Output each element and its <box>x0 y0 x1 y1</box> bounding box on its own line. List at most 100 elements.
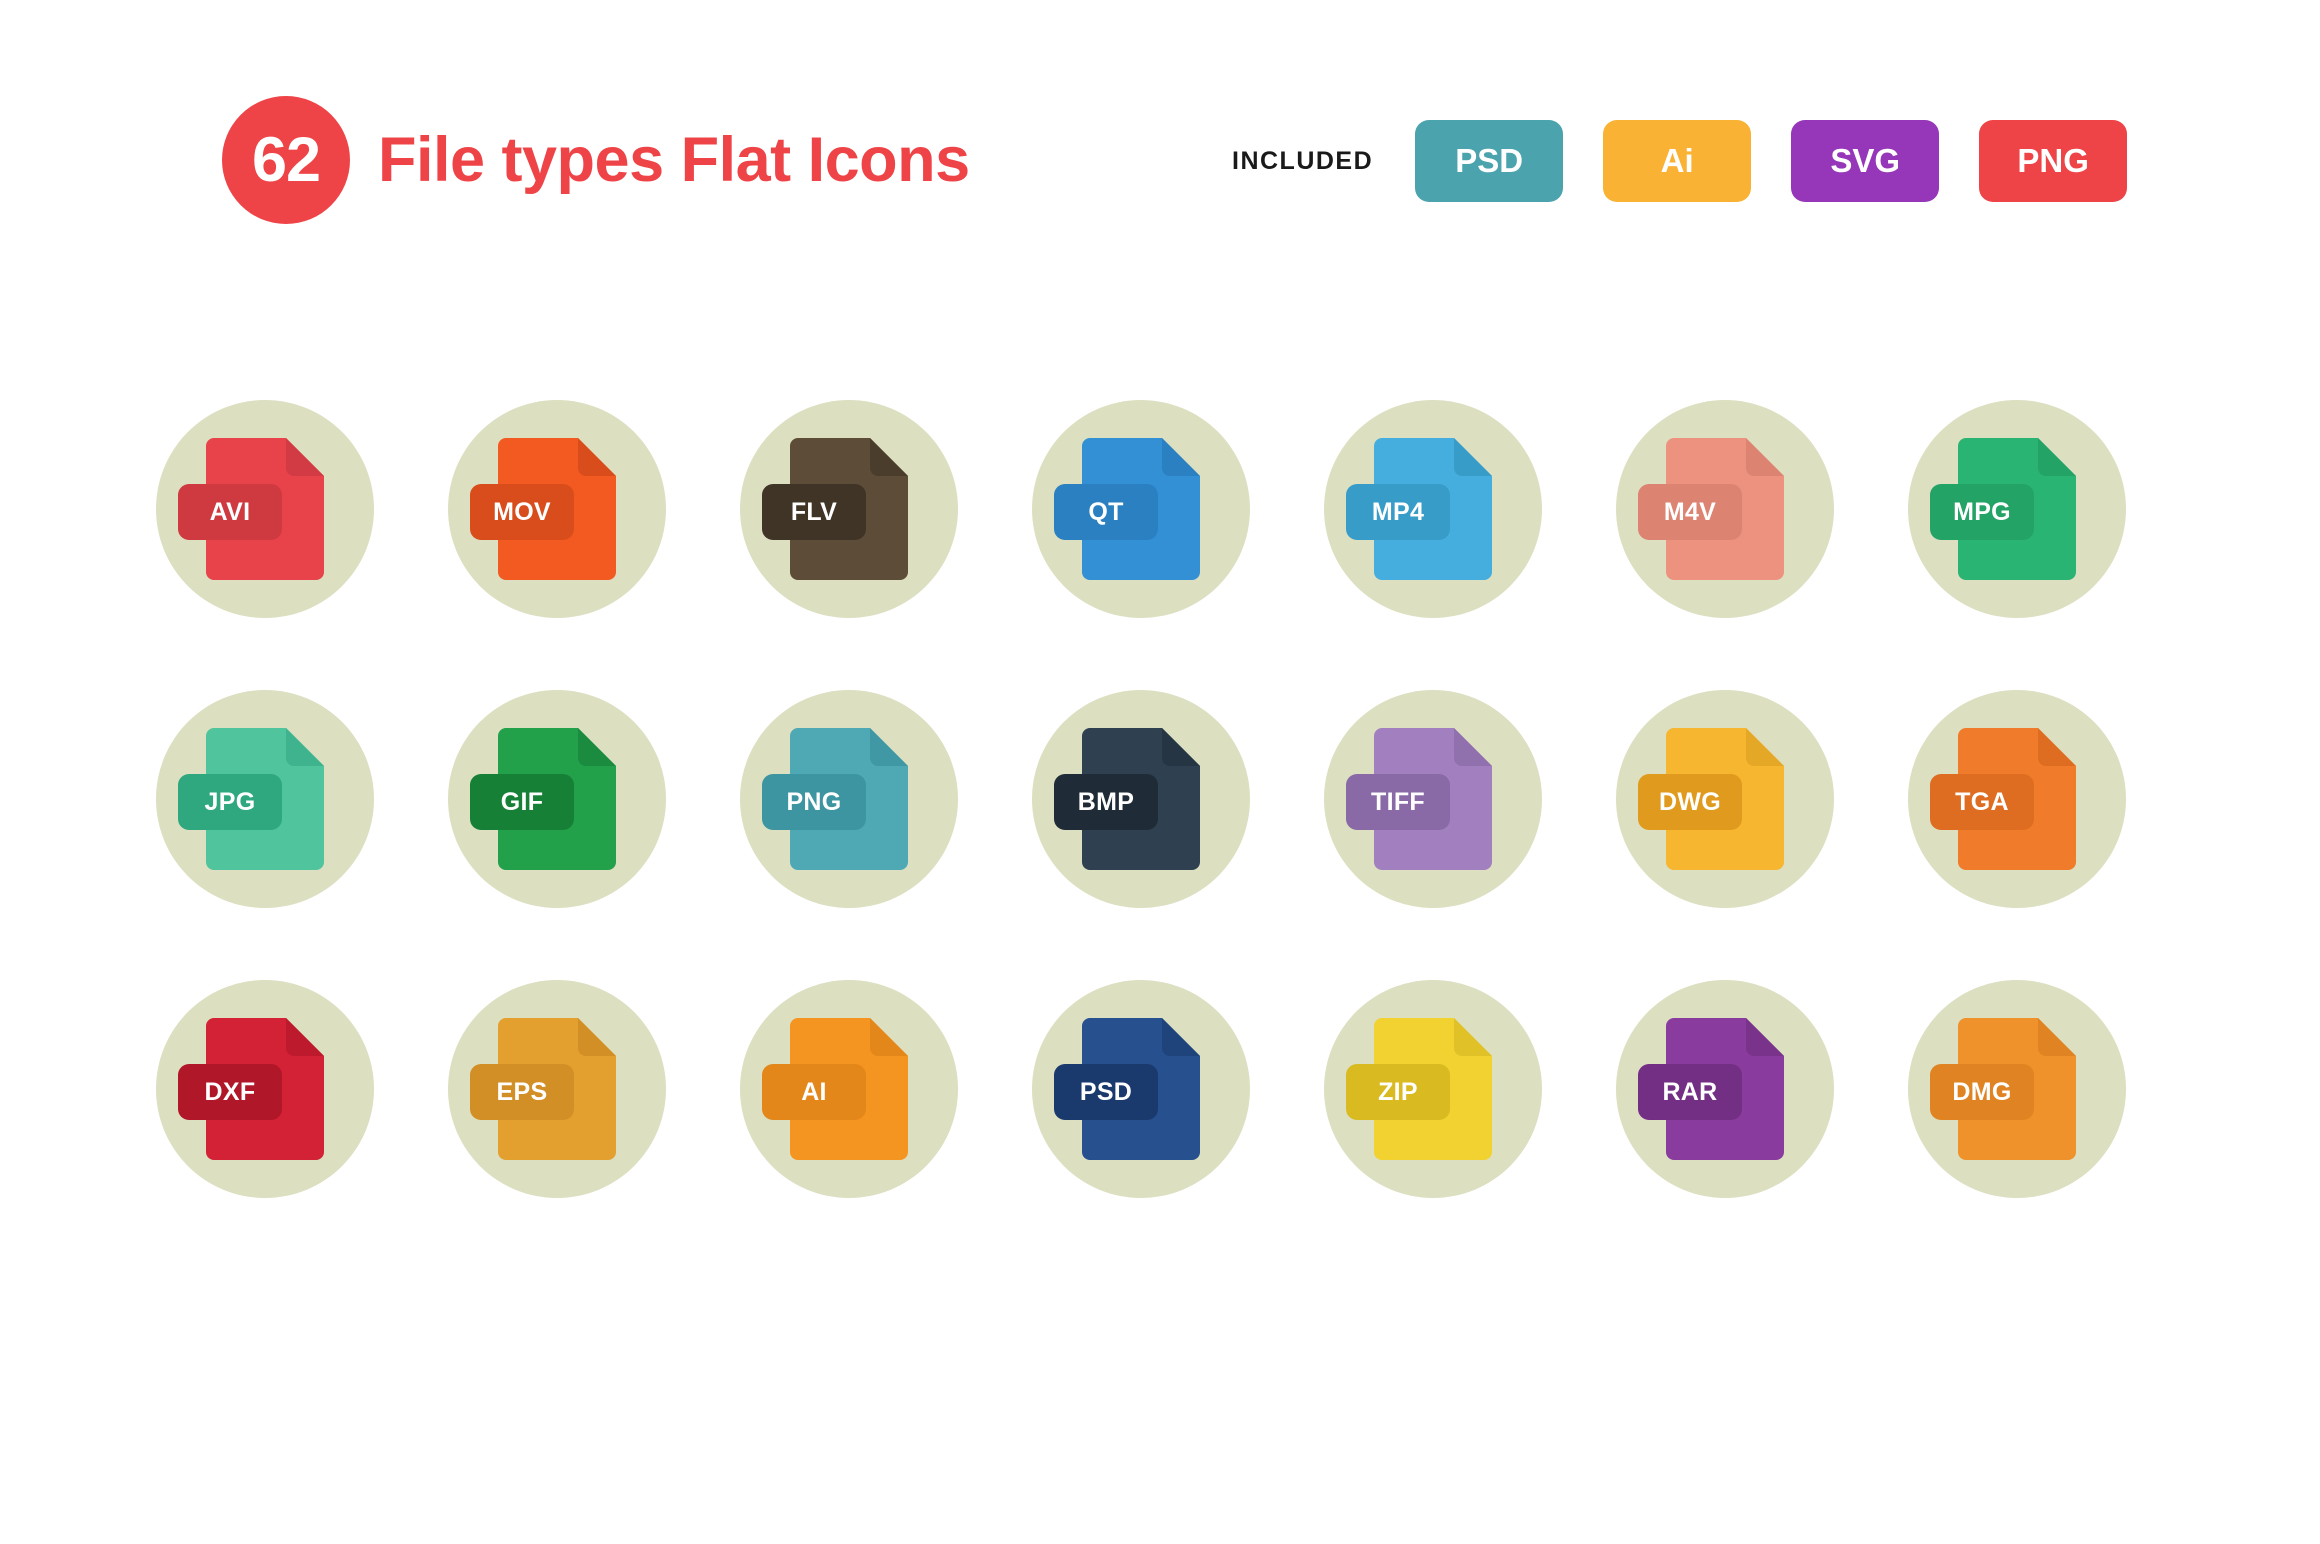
file-icon-dmg[interactable]: DMG <box>1902 980 2194 1270</box>
file-extension-tab: MPG <box>1930 484 2034 540</box>
file-extension-label: PSD <box>1079 1077 1133 1106</box>
file-extension-tab: MOV <box>470 484 574 540</box>
file-extension-tab: RAR <box>1638 1064 1742 1120</box>
file-extension-tab: DMG <box>1930 1064 2034 1120</box>
file-icon-tga[interactable]: TGA <box>1902 690 2194 980</box>
document-shape: EPS <box>470 1018 616 1160</box>
format-badge-label: PSD <box>1455 142 1524 179</box>
document-shape: TGA <box>1930 728 2076 870</box>
file-icon-qt[interactable]: QT <box>1026 400 1318 690</box>
page-title: File types Flat Icons <box>378 125 970 195</box>
format-badge-psd[interactable]: PSD <box>1415 120 1564 202</box>
file-icon-dxf[interactable]: DXF <box>150 980 442 1270</box>
file-extension-label: DWG <box>1659 787 1721 816</box>
document-shape: MP4 <box>1346 438 1492 580</box>
file-icon-m4v[interactable]: M4V <box>1610 400 1902 690</box>
file-extension-label: MPG <box>1953 497 2011 526</box>
file-extension-tab: GIF <box>470 774 574 830</box>
document-shape: DWG <box>1638 728 1784 870</box>
file-extension-tab: JPG <box>178 774 282 830</box>
document-shape: AI <box>762 1018 908 1160</box>
document-shape: JPG <box>178 728 324 870</box>
file-icon-flv[interactable]: FLV <box>734 400 1026 690</box>
file-icon-jpg[interactable]: JPG <box>150 690 442 980</box>
document-shape: MOV <box>470 438 616 580</box>
file-extension-label: TIFF <box>1371 787 1425 816</box>
document-shape: AVI <box>178 438 324 580</box>
file-extension-label: ZIP <box>1378 1077 1418 1106</box>
file-icon-dwg[interactable]: DWG <box>1610 690 1902 980</box>
document-shape: BMP <box>1054 728 1200 870</box>
file-extension-tab: M4V <box>1638 484 1742 540</box>
file-extension-tab: PSD <box>1054 1064 1158 1120</box>
document-shape: QT <box>1054 438 1200 580</box>
file-extension-tab: DWG <box>1638 774 1742 830</box>
file-icon-tiff[interactable]: TIFF <box>1318 690 1610 980</box>
format-badge-label: PNG <box>2017 142 2089 179</box>
file-extension-label: QT <box>1088 497 1124 526</box>
format-badge-label: Ai <box>1660 142 1694 179</box>
file-icon-gif[interactable]: GIF <box>442 690 734 980</box>
file-extension-tab: ZIP <box>1346 1064 1450 1120</box>
format-badge-svg[interactable]: SVG <box>1791 120 1940 202</box>
title-block: 62 File types Flat Icons <box>222 96 970 224</box>
included-formats: INCLUDED PSD Ai SVG PNG <box>1232 120 2128 202</box>
document-shape: MPG <box>1930 438 2076 580</box>
document-shape: ZIP <box>1346 1018 1492 1160</box>
document-shape: M4V <box>1638 438 1784 580</box>
document-shape: PNG <box>762 728 908 870</box>
file-extension-tab: PNG <box>762 774 866 830</box>
file-icon-rar[interactable]: RAR <box>1610 980 1902 1270</box>
file-extension-tab: DXF <box>178 1064 282 1120</box>
header: 62 File types Flat Icons INCLUDED PSD Ai… <box>0 0 2320 250</box>
icon-count-badge: 62 <box>222 96 350 224</box>
file-extension-label: RAR <box>1662 1077 1718 1106</box>
file-extension-label: MOV <box>493 497 551 526</box>
file-extension-label: M4V <box>1663 497 1717 526</box>
file-extension-label: GIF <box>500 787 544 816</box>
file-extension-label: DMG <box>1952 1077 2012 1106</box>
format-badge-ai[interactable]: Ai <box>1603 120 1752 202</box>
file-extension-tab: BMP <box>1054 774 1158 830</box>
file-extension-label: TGA <box>1955 787 2009 816</box>
document-shape: DMG <box>1930 1018 2076 1160</box>
file-extension-label: MP4 <box>1371 497 1425 526</box>
file-extension-tab: AVI <box>178 484 282 540</box>
file-extension-label: FLV <box>790 497 838 526</box>
file-icon-avi[interactable]: AVI <box>150 400 442 690</box>
file-extension-label: AVI <box>209 497 251 526</box>
file-icon-ai[interactable]: AI <box>734 980 1026 1270</box>
file-extension-label: EPS <box>496 1077 548 1106</box>
file-type-icon-grid: AVI MOV FLV QT MP4 M4V MPG JPG GIF PNG BMP TIFF DWG T… <box>150 400 2200 1270</box>
format-badge-png[interactable]: PNG <box>1979 120 2128 202</box>
file-extension-tab: EPS <box>470 1064 574 1120</box>
file-icon-png[interactable]: PNG <box>734 690 1026 980</box>
document-shape: GIF <box>470 728 616 870</box>
document-shape: DXF <box>178 1018 324 1160</box>
document-shape: PSD <box>1054 1018 1200 1160</box>
file-extension-tab: AI <box>762 1064 866 1120</box>
file-icon-zip[interactable]: ZIP <box>1318 980 1610 1270</box>
file-extension-tab: TIFF <box>1346 774 1450 830</box>
poster-page: 62 File types Flat Icons INCLUDED PSD Ai… <box>0 0 2320 1544</box>
file-icon-psd[interactable]: PSD <box>1026 980 1318 1270</box>
file-extension-label: AI <box>801 1077 827 1106</box>
format-badge-label: SVG <box>1830 142 1901 179</box>
file-extension-tab: QT <box>1054 484 1158 540</box>
file-extension-label: PNG <box>786 787 842 816</box>
document-shape: FLV <box>762 438 908 580</box>
file-extension-label: DXF <box>204 1077 256 1106</box>
file-extension-tab: FLV <box>762 484 866 540</box>
file-extension-tab: TGA <box>1930 774 2034 830</box>
file-extension-tab: MP4 <box>1346 484 1450 540</box>
included-label: INCLUDED <box>1232 146 1374 175</box>
file-icon-mpg[interactable]: MPG <box>1902 400 2194 690</box>
document-shape: RAR <box>1638 1018 1784 1160</box>
document-shape: TIFF <box>1346 728 1492 870</box>
file-icon-bmp[interactable]: BMP <box>1026 690 1318 980</box>
file-extension-label: BMP <box>1077 787 1135 816</box>
file-icon-eps[interactable]: EPS <box>442 980 734 1270</box>
file-extension-label: JPG <box>204 787 256 816</box>
file-icon-mp4[interactable]: MP4 <box>1318 400 1610 690</box>
file-icon-mov[interactable]: MOV <box>442 400 734 690</box>
